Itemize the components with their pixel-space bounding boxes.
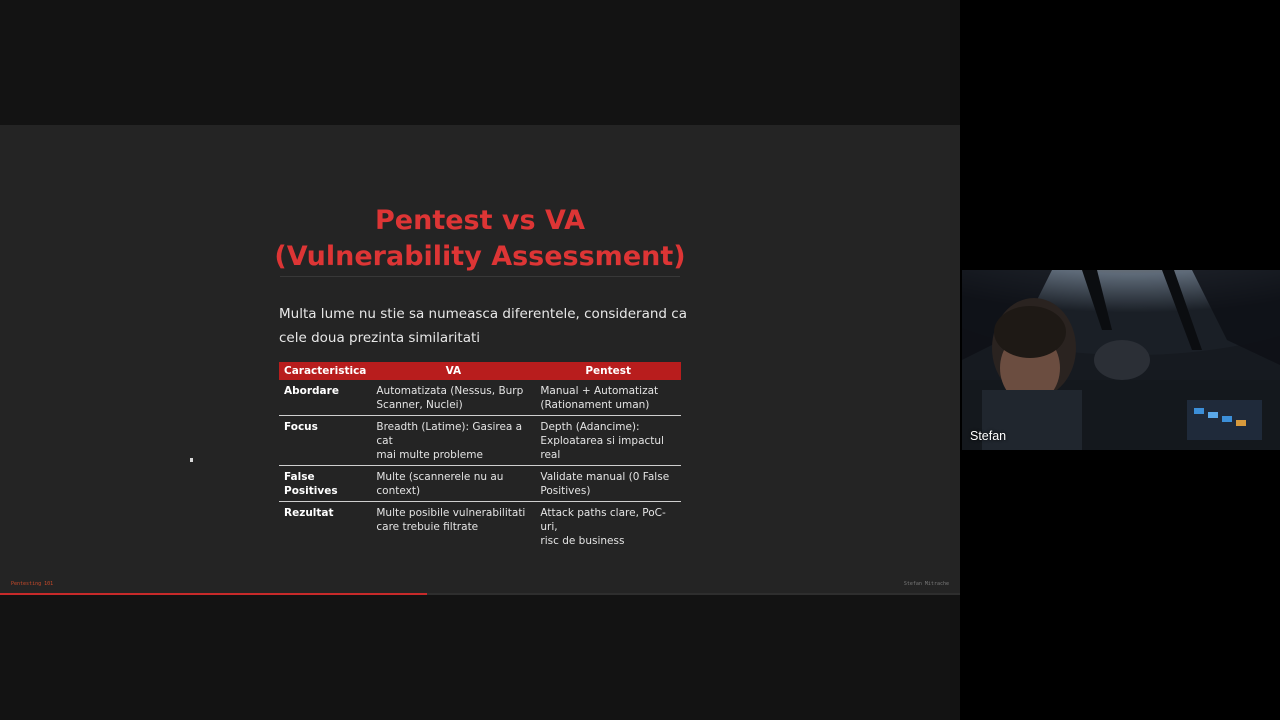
video-feed-image — [962, 270, 1280, 450]
cell-line: Validate manual (0 False — [540, 471, 670, 483]
table-row: Abordare Automatizata (Nessus, Burp Scann… — [279, 380, 681, 416]
row-label: Focus — [279, 415, 372, 466]
cell-line: Multe (scannerele nu au — [376, 471, 504, 483]
cell-line: risc de business — [540, 535, 625, 547]
cell-line: Attack paths clare, PoC-uri, — [540, 507, 666, 533]
cell-line: False — [284, 471, 315, 483]
slide-title-line2: (Vulnerability Assessment) — [274, 241, 686, 272]
cell-line: Manual + Automatizat — [540, 385, 659, 397]
va-cell: Automatizata (Nessus, Burp Scanner, Nucle… — [371, 380, 536, 416]
pentest-cell: Attack paths clare, PoC-uri, risc de busi… — [535, 502, 681, 552]
cell-line: Automatizata (Nessus, Burp — [376, 385, 524, 397]
slide-title: Pentest vs VA (Vulnerability Assessment) — [0, 203, 960, 275]
header-va: VA — [371, 362, 536, 380]
table-row: Rezultat Multe posibile vulnerabilitati c… — [279, 502, 681, 552]
intro-line: Multa lume nu stie sa numeasca diferente… — [279, 306, 687, 322]
cell-line: care trebuie filtrate — [376, 521, 479, 533]
cell-line: Depth (Adancime): — [540, 421, 640, 433]
slide-progress-bar — [0, 593, 960, 595]
slide: Pentest vs VA (Vulnerability Assessment)… — [0, 125, 960, 595]
cell-line: context) — [376, 485, 421, 497]
cell-line: (Rationament uman) — [540, 399, 650, 411]
title-divider — [280, 276, 680, 277]
pentest-cell: Validate manual (0 False Positives) — [535, 465, 681, 502]
intro-line: cele doua prezinta similaritati — [279, 330, 481, 346]
pentest-cell: Depth (Adancime): Exploatarea si impactul… — [535, 415, 681, 466]
row-label: Abordare — [279, 380, 372, 416]
pentest-cell: Manual + Automatizat (Rationament uman) — [535, 380, 681, 416]
header-caracteristica: Caracteristica — [279, 362, 372, 380]
slide-title-line1: Pentest vs VA — [375, 205, 585, 236]
row-label: False Positives — [279, 465, 372, 502]
participant-name-label: Stefan — [970, 429, 1007, 443]
mouse-cursor-icon — [190, 458, 193, 462]
cell-line: Breadth (Latime): Gasirea a cat — [376, 421, 523, 447]
comparison-table: Caracteristica VA Pentest Abordare Autom… — [279, 362, 681, 551]
participants-panel: Stefan — [960, 0, 1280, 720]
row-label: Rezultat — [284, 507, 334, 519]
slide-footer-title: Pentesting 101 — [11, 581, 54, 587]
cell-line: Scanner, Nuclei) — [376, 399, 463, 411]
cell-line: Exploatarea si impactul real — [540, 435, 664, 461]
va-cell: Multe posibile vulnerabilitati care trebu… — [371, 502, 535, 552]
slide-progress-fill — [0, 593, 428, 595]
table-row: False Positives Multe (scannerele nu au co… — [279, 465, 681, 502]
slide-intro-text: Multa lume nu stie sa numeasca diferente… — [279, 302, 689, 350]
va-cell: Breadth (Latime): Gasirea a cat mai multe… — [371, 415, 536, 466]
slide-footer-author: Stefan Mitrache — [903, 581, 949, 587]
cell-line: Positives) — [540, 485, 591, 497]
table-header-row: Caracteristica VA Pentest — [279, 362, 681, 380]
table-row: Focus Breadth (Latime): Gasirea a cat mai… — [279, 415, 681, 466]
header-pentest: Pentest — [535, 362, 681, 380]
cell-line: Positives — [284, 485, 338, 497]
cell-line: Multe posibile vulnerabilitati — [376, 507, 526, 519]
participant-video-tile[interactable]: Stefan — [962, 270, 1280, 450]
cell-line: mai multe probleme — [376, 449, 483, 461]
presentation-stage: Pentest vs VA (Vulnerability Assessment)… — [0, 0, 960, 720]
va-cell: Multe (scannerele nu au context) — [371, 465, 536, 502]
